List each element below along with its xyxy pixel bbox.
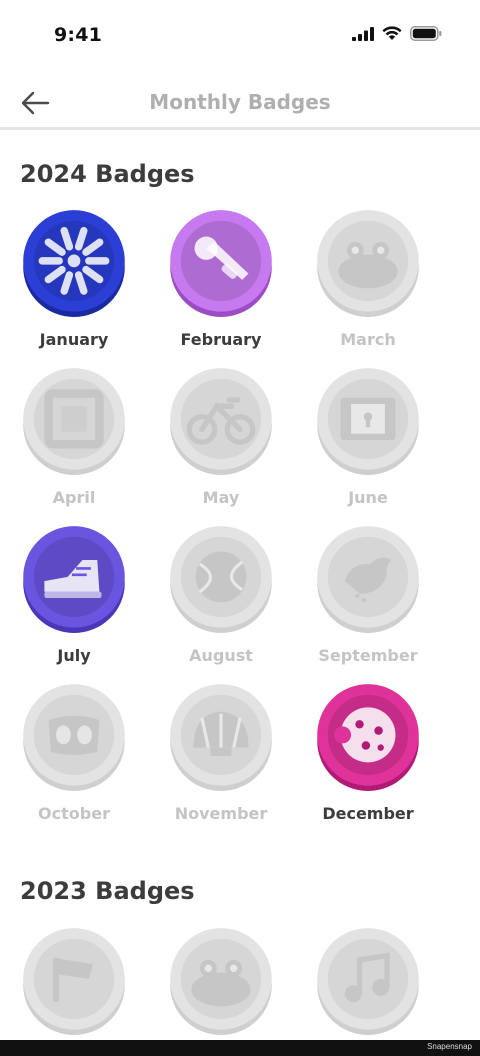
badge-label: November xyxy=(174,804,268,823)
watermark-text: Snapensnap xyxy=(427,1042,472,1051)
badge-label: June xyxy=(348,488,388,507)
badge-september[interactable]: September xyxy=(315,524,455,674)
sparkle-icon xyxy=(21,208,127,318)
badge-july[interactable]: July xyxy=(21,524,161,674)
badge-march[interactable]: March xyxy=(315,208,455,358)
badge-label: August xyxy=(189,646,253,665)
badge-grid-2023 xyxy=(0,926,480,1046)
seashell-icon xyxy=(168,682,274,792)
tennis-ball-icon xyxy=(168,524,274,634)
battery-icon xyxy=(410,26,442,41)
bird-icon xyxy=(315,524,421,634)
wifi-icon xyxy=(382,26,402,40)
badge-item-1[interactable] xyxy=(168,926,308,1056)
badge-december[interactable]: December xyxy=(315,682,455,832)
page-title: Monthly Badges xyxy=(149,90,331,114)
badge-october[interactable]: October xyxy=(21,682,161,832)
badge-grid-2024: January February March April May June Ju… xyxy=(0,208,480,838)
badge-june[interactable]: June xyxy=(315,366,455,516)
owl-mask-icon xyxy=(21,682,127,792)
badge-may[interactable]: May xyxy=(168,366,308,516)
flag-icon xyxy=(21,926,127,1036)
badge-label: January xyxy=(39,330,109,349)
section-title-2024: 2024 Badges xyxy=(20,160,195,188)
badge-label: July xyxy=(57,646,91,665)
section-title-2023: 2023 Badges xyxy=(20,877,195,905)
status-time: 9:41 xyxy=(54,24,103,46)
badge-label: May xyxy=(202,488,240,507)
badge-april[interactable]: April xyxy=(21,366,161,516)
badge-label: September xyxy=(318,646,418,665)
cellular-signal-icon xyxy=(352,26,374,41)
badge-label: February xyxy=(180,330,262,349)
badge-november[interactable]: November xyxy=(168,682,308,832)
status-icons xyxy=(352,26,442,41)
footer-bar: Snapensnap xyxy=(0,1040,480,1056)
frog-icon xyxy=(168,926,274,1036)
picture-frame-icon xyxy=(21,366,127,476)
badge-label: December xyxy=(322,804,414,823)
badge-label: April xyxy=(52,488,96,507)
badge-item-2[interactable] xyxy=(315,926,455,1056)
trumpet-icon xyxy=(168,208,274,318)
badge-january[interactable]: January xyxy=(21,208,161,358)
bicycle-icon xyxy=(168,366,274,476)
badge-august[interactable]: August xyxy=(168,524,308,674)
badge-label: March xyxy=(340,330,396,349)
frog-icon xyxy=(315,208,421,318)
cookie-icon xyxy=(315,682,421,792)
treasure-door-icon xyxy=(315,366,421,476)
header: Monthly Badges xyxy=(0,78,480,130)
status-bar: 9:41 xyxy=(0,0,480,70)
badge-item-0[interactable] xyxy=(21,926,161,1056)
music-note-icon xyxy=(315,926,421,1036)
badge-february[interactable]: February xyxy=(168,208,308,358)
sneaker-icon xyxy=(21,524,127,634)
badge-label: October xyxy=(38,804,110,823)
